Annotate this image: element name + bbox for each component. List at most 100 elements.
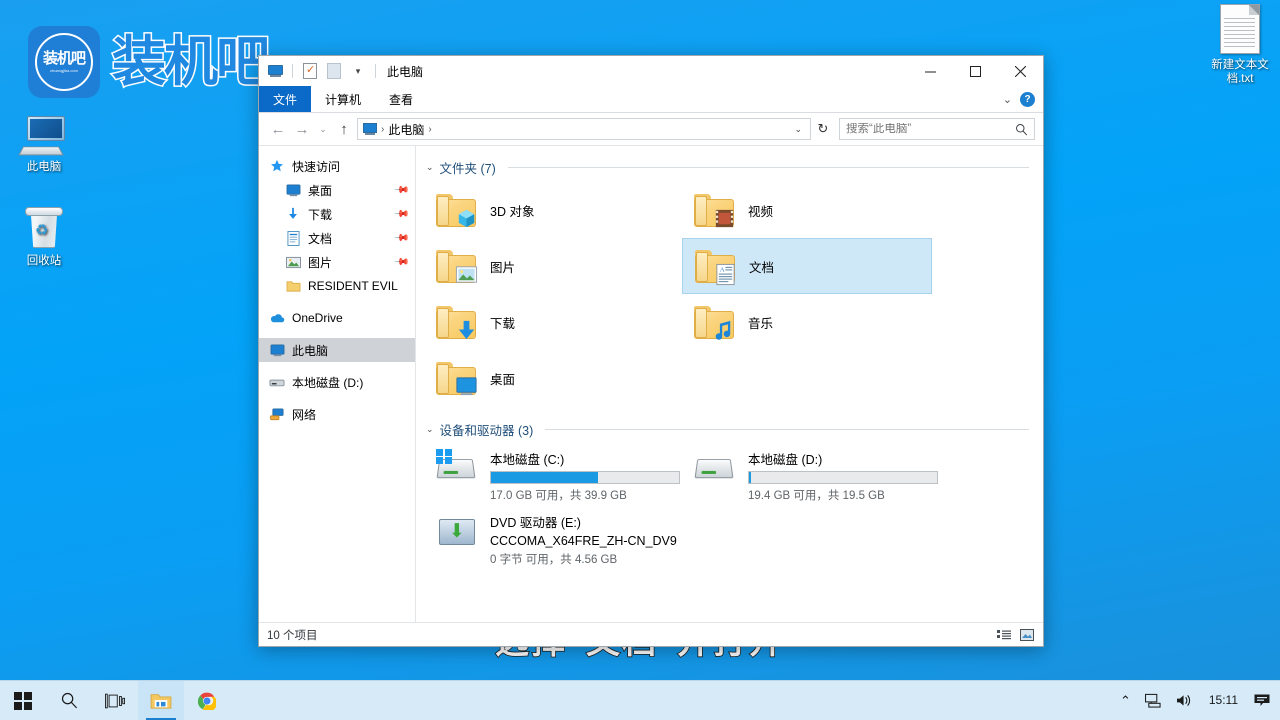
search-button[interactable] (46, 681, 92, 720)
folder-item-3d-objects[interactable]: 3D 对象 (424, 182, 674, 238)
folder-item-downloads[interactable]: 下载 (424, 294, 674, 350)
pin-icon[interactable]: 📌 (392, 230, 409, 247)
drive-item-dvd-e[interactable]: ⬇ DVD 驱动器 (E:) CCCOMA_X64FRE_ZH-CN_DV9 0… (424, 507, 674, 567)
desktop-icon-text-file[interactable]: 新建文本文档.txt (1200, 6, 1280, 87)
breadcrumb-item-this-pc[interactable]: 此电脑 (388, 121, 424, 138)
folder-item-desktop[interactable]: 桌面 (424, 350, 674, 406)
onedrive-icon (269, 310, 285, 326)
sidebar-item-pictures[interactable]: 图片 📌 (259, 250, 415, 274)
chrome-button[interactable] (184, 681, 230, 720)
minimize-button[interactable] (908, 56, 953, 86)
folders-grid[interactable]: 3D 对象 视频 图片 (416, 178, 1043, 406)
folder-item-music[interactable]: 音乐 (682, 294, 932, 350)
properties-icon[interactable] (300, 61, 320, 81)
large-icons-view-icon[interactable] (1019, 627, 1035, 643)
back-button[interactable]: ← (267, 118, 289, 140)
start-button[interactable] (0, 681, 46, 720)
tab-computer[interactable]: 计算机 (311, 86, 375, 112)
tab-file[interactable]: 文件 (259, 86, 311, 112)
title-bar[interactable]: ▾ 此电脑 (259, 56, 1043, 86)
address-toolbar[interactable]: ← → ⌄ ↑ › 此电脑 › ⌄ ↻ (259, 113, 1043, 145)
divider (545, 429, 1029, 430)
notification-icon[interactable] (1248, 681, 1276, 720)
navigation-pane[interactable]: 快速访问 桌面 📌 下载 📌 文档 (259, 146, 416, 622)
chevron-down-icon[interactable]: ⌄ (1003, 93, 1012, 106)
maximize-button[interactable] (953, 56, 998, 86)
quick-access-toolbar[interactable]: ▾ (265, 61, 379, 81)
new-folder-icon[interactable] (324, 61, 344, 81)
documents-folder-icon: A (695, 246, 737, 286)
window-title: 此电脑 (387, 63, 423, 80)
pin-icon[interactable]: 📌 (392, 182, 409, 199)
chevron-down-icon[interactable]: ⌄ (426, 424, 434, 435)
address-bar[interactable]: › 此电脑 › ⌄ (357, 118, 811, 140)
sidebar-item-documents[interactable]: 文档 📌 (259, 226, 415, 250)
tab-view[interactable]: 查看 (375, 86, 427, 112)
refresh-button[interactable]: ↻ (813, 118, 833, 140)
documents-icon (285, 230, 301, 246)
sidebar-item-label: 下载 (308, 206, 332, 223)
svg-text:A: A (720, 267, 725, 274)
clock[interactable]: 15:11 (1201, 694, 1246, 707)
group-header-drives[interactable]: ⌄ 设备和驱动器 (3) (416, 418, 1043, 440)
desktop-icon-this-pc[interactable]: 此电脑 (6, 108, 82, 174)
sidebar-item-resident-evil[interactable]: RESIDENT EVIL (259, 274, 415, 298)
chevron-down-icon[interactable]: ▾ (348, 61, 368, 81)
volume-icon[interactable] (1170, 681, 1199, 720)
search-box[interactable] (839, 118, 1035, 140)
desktop-icon-recycle-bin[interactable]: ♻ 回收站 (6, 202, 82, 268)
help-icon[interactable]: ? (1020, 92, 1035, 107)
group-title: 设备和驱动器 (3) (440, 420, 534, 439)
folder-item-documents[interactable]: A 文档 (682, 238, 932, 294)
dvd-drive-icon: ⬇ (436, 511, 480, 551)
sidebar-item-network[interactable]: 网络 (259, 402, 415, 426)
windows-logo-icon (14, 692, 32, 710)
file-explorer-button[interactable] (138, 681, 184, 720)
capacity-bar (748, 471, 938, 484)
pin-icon[interactable]: 📌 (392, 206, 409, 223)
drive-item-local-disk-d[interactable]: 本地磁盘 (D:) 19.4 GB 可用，共 19.5 GB (682, 444, 932, 503)
sidebar-item-quick-access[interactable]: 快速访问 (259, 154, 415, 178)
window-controls[interactable] (908, 56, 1043, 86)
recent-locations-button[interactable]: ⌄ (315, 118, 331, 140)
chevron-down-icon[interactable]: ⌄ (426, 162, 434, 173)
folder-item-pictures[interactable]: 图片 (424, 238, 674, 294)
sidebar-item-onedrive[interactable]: OneDrive (259, 306, 415, 330)
forward-button[interactable]: → (291, 118, 313, 140)
desktop-icon-label: 此电脑 (6, 160, 82, 174)
drive-item-local-disk-c[interactable]: 本地磁盘 (C:) 17.0 GB 可用，共 39.9 GB (424, 444, 674, 503)
pin-icon[interactable]: 📌 (392, 254, 409, 271)
sidebar-item-local-disk-d[interactable]: 本地磁盘 (D:) (259, 370, 415, 394)
drive-capacity-text: 0 字节 可用，共 4.56 GB (490, 551, 677, 567)
sidebar-item-desktop[interactable]: 桌面 📌 (259, 178, 415, 202)
sidebar-item-label: 网络 (292, 406, 316, 423)
downloads-icon (285, 206, 301, 222)
brand-mark-icon: 装机吧 zhuangjiba.com (28, 26, 100, 98)
file-explorer-window[interactable]: ▾ 此电脑 文件 计算机 查看 ⌄ ? ← → ⌄ ↑ (258, 55, 1044, 647)
folder-item-videos[interactable]: 视频 (682, 182, 932, 238)
monitor-icon[interactable] (265, 61, 285, 81)
ribbon-tabs[interactable]: 文件 计算机 查看 ⌄ ? (259, 86, 1043, 113)
details-view-icon[interactable] (996, 627, 1012, 643)
brand-mark-subtext: zhuangjiba.com (50, 69, 78, 73)
up-button[interactable]: ↑ (333, 118, 355, 140)
drive-capacity-text: 19.4 GB 可用，共 19.5 GB (748, 487, 938, 503)
folder-item-label: 下载 (490, 313, 515, 332)
breadcrumb-separator: › (381, 124, 384, 135)
drives-grid[interactable]: 本地磁盘 (C:) 17.0 GB 可用，共 39.9 GB 本地磁盘 (D:)… (416, 440, 1043, 567)
chevron-down-icon[interactable]: ⌄ (788, 124, 808, 135)
status-bar: 10 个项目 (259, 622, 1043, 646)
desktop-folder-icon (436, 358, 478, 398)
sidebar-item-this-pc[interactable]: 此电脑 (259, 338, 415, 362)
tray-overflow-button[interactable]: ⌃ (1114, 681, 1137, 720)
content-pane[interactable]: ⌄ 文件夹 (7) 3D 对象 (416, 146, 1043, 622)
taskbar[interactable]: ⌃ 15:11 (0, 680, 1280, 720)
network-icon[interactable] (1139, 681, 1168, 720)
task-view-button[interactable] (92, 681, 138, 720)
search-input[interactable] (846, 123, 1015, 135)
windows-drive-icon (436, 448, 480, 488)
sidebar-item-downloads[interactable]: 下载 📌 (259, 202, 415, 226)
close-button[interactable] (998, 56, 1043, 86)
group-header-folders[interactable]: ⌄ 文件夹 (7) (416, 156, 1043, 178)
system-tray[interactable]: ⌃ 15:11 (1114, 681, 1280, 720)
